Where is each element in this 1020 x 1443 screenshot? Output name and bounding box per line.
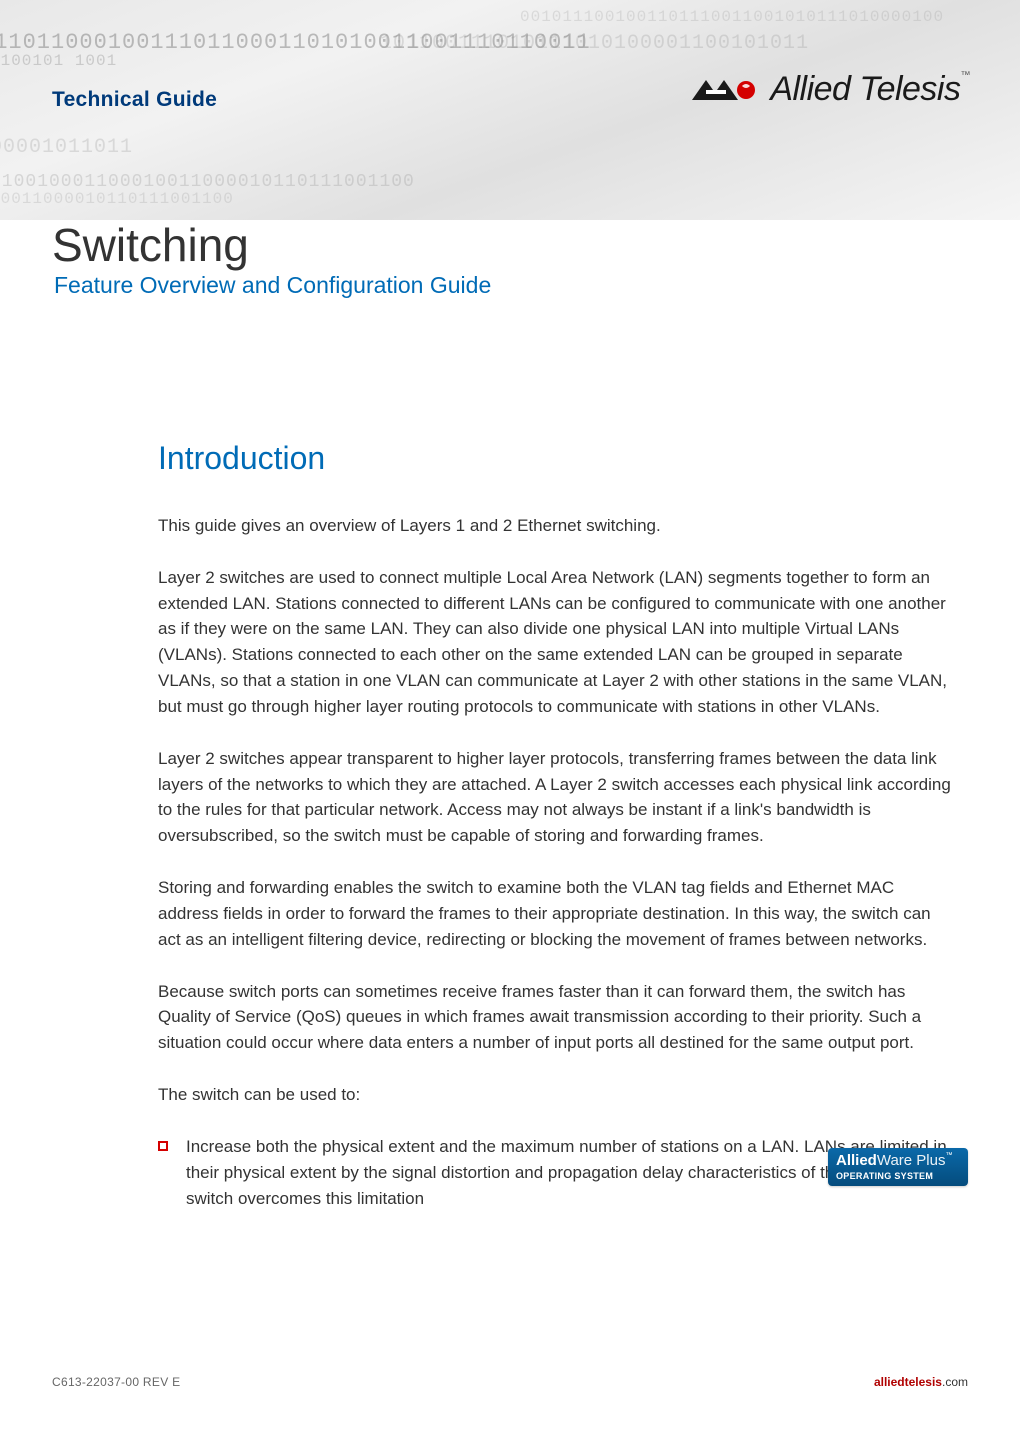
badge-subtitle: OPERATING SYSTEM xyxy=(836,1171,960,1182)
decorative-binary: 110010001100010011000010110111001100 xyxy=(0,172,415,192)
brand-logo: Allied Telesis™ xyxy=(692,70,970,109)
page-footer: C613-22037-00 REV E alliedtelesis.com xyxy=(52,1375,968,1389)
footer-website: alliedtelesis.com xyxy=(874,1375,968,1389)
content-area: Introduction This guide gives an overvie… xyxy=(158,440,954,1211)
decorative-binary: 0010111001001101110011001010111010000100 xyxy=(520,8,944,26)
alliedware-plus-badge: AlliedWare Plus™ OPERATING SYSTEM xyxy=(828,1148,968,1186)
document-revision: C613-22037-00 REV E xyxy=(52,1375,180,1389)
decorative-binary: 10011000010110111001100 xyxy=(0,190,234,208)
document-subtitle: Feature Overview and Configuration Guide xyxy=(54,272,491,299)
paragraph: Layer 2 switches are used to connect mul… xyxy=(158,565,954,720)
technical-guide-label: Technical Guide xyxy=(52,88,217,112)
decorative-binary: 0100101 1001 xyxy=(0,52,117,70)
brand-name: Allied Telesis™ xyxy=(770,70,970,109)
decorative-binary: 101100111010111010100001100101011 xyxy=(380,32,809,55)
section-heading-introduction: Introduction xyxy=(158,440,954,477)
paragraph: Because switch ports can sometimes recei… xyxy=(158,979,954,1056)
title-block: Switching Feature Overview and Configura… xyxy=(52,218,491,299)
paragraph: Storing and forwarding enables the switc… xyxy=(158,875,954,952)
paragraph: The switch can be used to: xyxy=(158,1082,954,1108)
paragraph: This guide gives an overview of Layers 1… xyxy=(158,513,954,539)
document-title: Switching xyxy=(52,218,491,272)
decorative-binary: 00001011011 xyxy=(0,136,133,159)
brand-mark-icon xyxy=(692,76,762,104)
paragraph: Layer 2 switches appear transparent to h… xyxy=(158,746,954,849)
badge-title: AlliedWare Plus™ xyxy=(836,1152,960,1170)
bullet-icon xyxy=(158,1141,168,1151)
trademark-symbol: ™ xyxy=(961,70,971,81)
